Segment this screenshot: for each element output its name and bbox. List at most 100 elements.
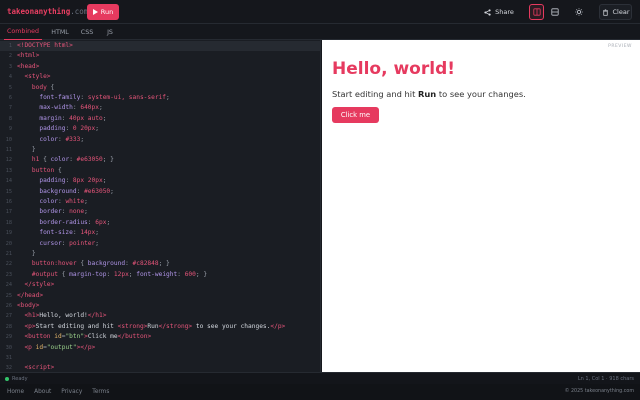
line-number: 6: [8, 95, 12, 101]
tab-js[interactable]: JS: [100, 24, 120, 40]
line-number: 18: [5, 219, 12, 226]
code-line[interactable]: 9 padding: 0 20px;: [0, 124, 320, 134]
tab-combined[interactable]: Combined: [4, 24, 42, 40]
line-number: 29: [5, 334, 12, 341]
tab-css[interactable]: CSS: [76, 24, 98, 40]
code-text: font-size: 14px;: [39, 229, 99, 237]
code-line[interactable]: 15 background: #e63050;: [0, 187, 320, 197]
code-line[interactable]: 31: [0, 353, 320, 363]
code-line[interactable]: 30 <p id="output"></p>: [0, 343, 320, 353]
line-number: 25: [5, 292, 12, 299]
line-number: 26: [5, 303, 12, 309]
code-line[interactable]: 20 cursor: pointer;: [0, 239, 320, 249]
code-text: <body>: [17, 302, 40, 309]
code-line[interactable]: 7 max-width: 640px;: [0, 103, 320, 113]
code-line[interactable]: 32 <script>: [0, 363, 320, 372]
code-text: <script>: [24, 364, 55, 372]
line-number: 12: [5, 157, 12, 164]
code-text: h1 { color: #e63050; }: [31, 156, 114, 164]
footer-link-terms[interactable]: Terms: [92, 389, 109, 395]
status-bar: Ready Ln 1, Col 1 · 918 chars: [0, 372, 640, 384]
code-text: <p>Start editing and hit <strong>Run</st…: [24, 322, 286, 330]
code-line[interactable]: 12 h1 { color: #e63050; }: [0, 155, 320, 165]
layout-split-vertical-button[interactable]: [529, 4, 544, 20]
footer-link-about[interactable]: About: [34, 389, 51, 395]
theme-toggle-button[interactable]: [571, 4, 586, 20]
code-text: button {: [31, 166, 62, 174]
tab-html[interactable]: HTML: [46, 24, 74, 40]
code-line[interactable]: 17 border: none;: [0, 207, 320, 217]
code-line[interactable]: 14 padding: 8px 20px;: [0, 176, 320, 186]
code-line[interactable]: 5 body {: [0, 83, 320, 93]
footer-links: Home About Privacy Terms: [7, 389, 109, 395]
line-number: 28: [5, 323, 12, 330]
code-text: color: #333;: [39, 135, 85, 143]
code-text: cursor: pointer;: [39, 239, 99, 247]
line-number: 23: [5, 271, 12, 278]
footer-link-home[interactable]: Home: [7, 389, 24, 395]
code-line[interactable]: 22 button:hover { background: #c82848; }: [0, 259, 320, 269]
preview-label: PREVIEW: [608, 44, 632, 49]
code-text: <!DOCTYPE html>: [17, 42, 73, 49]
clear-button[interactable]: Clear: [599, 4, 632, 20]
code-text: button:hover { background: #c82848; }: [31, 260, 170, 268]
code-text: padding: 0 20px;: [39, 125, 99, 133]
code-line[interactable]: 18 border-radius: 6px;: [0, 218, 320, 228]
line-number: 22: [5, 261, 12, 268]
line-number: 3: [8, 63, 12, 70]
clear-button-label: Clear: [612, 8, 630, 16]
brand-logo[interactable]: takeonanything.com: [7, 7, 88, 16]
code-line[interactable]: 29 <button id="btn">Click me</button>: [0, 332, 320, 342]
code-line[interactable]: 21 }: [0, 249, 320, 259]
code-line[interactable]: 11 }: [0, 145, 320, 155]
code-line[interactable]: 27 <h1>Hello, world!</h1>: [0, 311, 320, 321]
play-icon: [92, 9, 98, 15]
line-number: 30: [5, 344, 12, 351]
preview-text-before: Start editing and hit: [332, 89, 419, 99]
code-text: #output { margin-top: 12px; font-weight:…: [31, 270, 208, 278]
code-line[interactable]: 10 color: #333;: [0, 135, 320, 145]
code-editor[interactable]: 1 <!DOCTYPE html> 2 <html> 3 <head> 4 <style> 5…: [0, 40, 321, 372]
code-line[interactable]: 19 font-size: 14px;: [0, 228, 320, 238]
code-line[interactable]: 23 #output { margin-top: 12px; font-weig…: [0, 270, 320, 280]
code-line[interactable]: 2 <html>: [0, 51, 320, 61]
split-horizontal-icon: [550, 8, 559, 16]
layout-split-horizontal-button[interactable]: [547, 4, 562, 20]
ready-dot-icon: [5, 377, 9, 381]
code-line[interactable]: 1 <!DOCTYPE html>: [0, 41, 320, 52]
code-text: <p id="output"></p>: [24, 343, 96, 351]
footer-link-privacy[interactable]: Privacy: [61, 389, 82, 395]
code-line[interactable]: 4 <style>: [0, 72, 320, 82]
code-line[interactable]: 3 <head>: [0, 62, 320, 72]
brand-domain: .com: [70, 7, 89, 16]
code-text: border-radius: 6px;: [39, 218, 111, 226]
code-line[interactable]: 26 <body>: [0, 301, 320, 311]
split-vertical-icon: [532, 8, 541, 16]
code-line[interactable]: 13 button {: [0, 166, 320, 176]
code-text: </head>: [17, 291, 44, 299]
code-line[interactable]: 25 </head>: [0, 291, 320, 301]
code-text: <head>: [17, 62, 40, 70]
code-line[interactable]: 8 margin: 40px auto;: [0, 114, 320, 124]
run-button[interactable]: Run: [87, 4, 119, 20]
preview-heading: Hello, world!: [332, 59, 455, 79]
line-number: 5: [8, 84, 12, 91]
code-text: </style>: [24, 281, 55, 289]
code-text: max-width: 640px;: [39, 104, 103, 112]
code-text: }: [17, 146, 36, 153]
footer: Home About Privacy Terms © 2025 takeonan…: [0, 384, 640, 400]
code-line[interactable]: 6 font-family: system-ui, sans-serif;: [0, 93, 320, 103]
preview-click-me-button[interactable]: Click me: [332, 107, 379, 123]
line-number: 20: [5, 240, 12, 247]
share-button[interactable]: Share: [481, 4, 517, 20]
code-line[interactable]: 16 color: white;: [0, 197, 320, 207]
preview-paragraph: Start editing and hit Run to see your ch…: [332, 89, 526, 99]
share-icon: [484, 8, 491, 16]
code-text: font-family: system-ui, sans-serif;: [39, 94, 170, 101]
code-text: background: #e63050;: [39, 187, 114, 195]
code-line[interactable]: 28 <p>Start editing and hit <strong>Run<…: [0, 322, 320, 332]
code-line[interactable]: 24 </style>: [0, 280, 320, 290]
status-text: Ready: [12, 376, 28, 382]
line-number: 19: [5, 230, 12, 237]
line-number: 9: [8, 126, 12, 133]
